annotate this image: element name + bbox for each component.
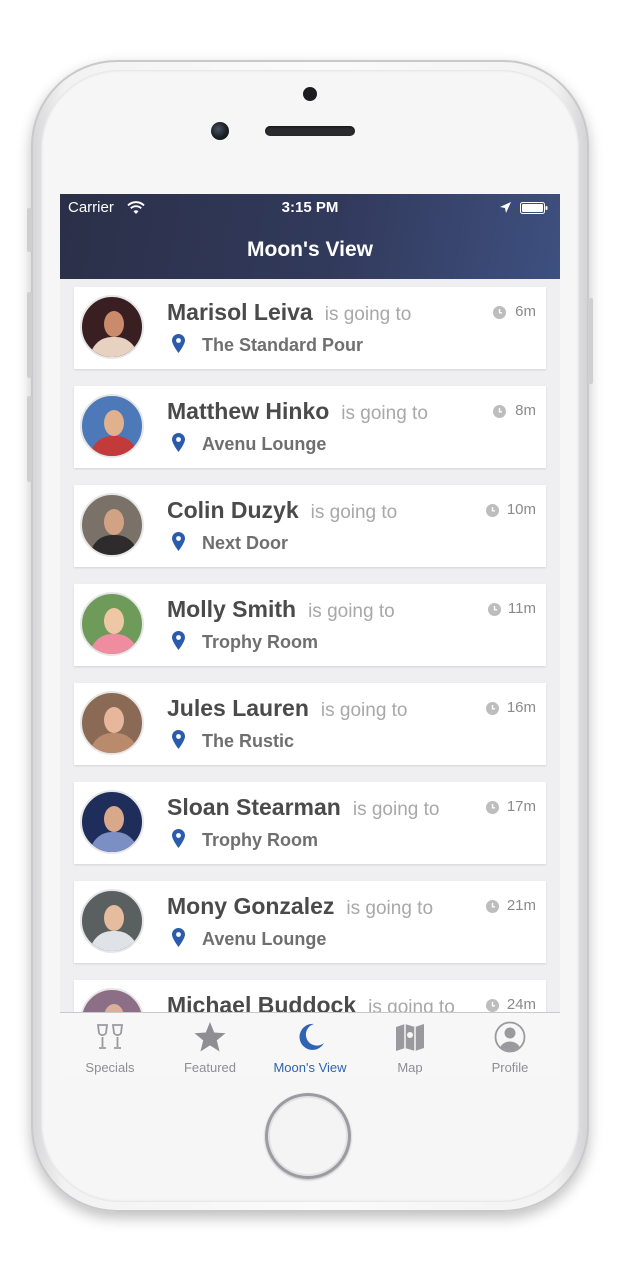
clock-icon: [493, 405, 506, 418]
location-pin-icon: [172, 631, 185, 650]
avatar: [80, 790, 144, 854]
time-ago: 17m: [506, 798, 536, 815]
avatar: [80, 493, 144, 557]
tab-label: Featured: [183, 1060, 237, 1075]
going-text: is going to: [352, 799, 440, 820]
tab-label: Moon's View: [273, 1060, 347, 1075]
time-ago: 24m: [506, 996, 536, 1012]
list-item[interactable]: Jules Lauren is going to 16m The Rustic: [74, 683, 546, 765]
clock-icon: [486, 801, 499, 814]
list-item[interactable]: Matthew Hinko is going to 8m Avenu Lounge: [74, 386, 546, 468]
profile-icon: [494, 1021, 526, 1053]
venue-name[interactable]: Avenu Lounge: [202, 929, 326, 950]
volume-down-button: [27, 396, 32, 482]
list-item[interactable]: Sloan Stearman is going to 17m Trophy Roo…: [74, 782, 546, 864]
user-name: Michael Buddock: [167, 992, 357, 1012]
venue-name[interactable]: The Standard Pour: [202, 335, 363, 356]
status-time: 3:15 PM: [281, 199, 339, 216]
tab-moons-view[interactable]: Moon's View: [260, 1013, 360, 1078]
avatar: [80, 295, 144, 359]
clock-icon: [493, 306, 506, 319]
avatar: [80, 691, 144, 755]
tab-label: Map: [397, 1060, 423, 1075]
front-camera: [211, 122, 229, 140]
wine-glasses-icon: [96, 1024, 124, 1049]
avatar: [80, 394, 144, 458]
volume-up-button: [27, 292, 32, 378]
navigation-bar: Carrier 3:15 PM Moon's View: [60, 194, 560, 279]
list-item[interactable]: Michael Buddock is going to 24m: [74, 980, 546, 1012]
going-text: is going to: [308, 601, 395, 622]
clock-icon: [486, 702, 499, 715]
avatar: [80, 592, 144, 656]
power-button: [588, 298, 593, 384]
venue-name[interactable]: Next Door: [202, 533, 288, 554]
going-text: is going to: [310, 502, 398, 523]
location-pin-icon: [172, 433, 185, 452]
user-name: Molly Smith: [167, 596, 297, 622]
home-button[interactable]: [265, 1093, 351, 1179]
tab-specials[interactable]: Specials: [60, 1013, 160, 1078]
clock-icon: [486, 900, 499, 913]
app-screen: Carrier 3:15 PM Moon's View Marisol Leiv…: [60, 194, 560, 1078]
venue-name[interactable]: Trophy Room: [202, 830, 318, 851]
tab-featured[interactable]: Featured: [160, 1013, 260, 1078]
list-item[interactable]: Colin Duzyk is going to 10m Next Door: [74, 485, 546, 567]
list-item[interactable]: Mony Gonzalez is going to 21m Avenu Loung…: [74, 881, 546, 963]
avatar: [80, 889, 144, 953]
going-text: is going to: [341, 403, 428, 424]
map-icon: [396, 1024, 424, 1051]
earpiece-speaker: [265, 126, 355, 136]
location-arrow-icon: [500, 202, 511, 213]
tab-map[interactable]: Map: [360, 1013, 460, 1078]
clock-icon: [486, 999, 499, 1012]
venue-name[interactable]: Trophy Room: [202, 632, 318, 653]
location-pin-icon: [172, 928, 185, 947]
going-text: is going to: [368, 997, 455, 1012]
tab-label: Profile: [491, 1060, 529, 1075]
user-name: Jules Lauren: [167, 695, 309, 721]
location-pin-icon: [172, 334, 185, 353]
user-name: Matthew Hinko: [167, 398, 330, 424]
going-text: is going to: [346, 898, 434, 919]
time-ago: 6m: [515, 303, 536, 320]
clock-icon: [488, 603, 501, 616]
list-item[interactable]: Molly Smith is going to 11m Trophy Room: [74, 584, 546, 666]
time-ago: 8m: [515, 402, 536, 419]
battery-icon: [520, 202, 548, 214]
star-icon: [194, 1022, 226, 1052]
going-text: is going to: [320, 700, 408, 721]
clock-icon: [486, 504, 499, 517]
tab-profile[interactable]: Profile: [460, 1013, 560, 1078]
location-pin-icon: [172, 532, 185, 551]
avatar: [80, 988, 144, 1012]
user-name: Sloan Stearman: [167, 794, 341, 820]
moon-icon: [299, 1023, 324, 1050]
tab-label: Specials: [85, 1060, 135, 1075]
time-ago: 10m: [506, 501, 536, 518]
user-name: Mony Gonzalez: [167, 893, 335, 919]
venue-name[interactable]: The Rustic: [202, 731, 294, 752]
user-name: Colin Duzyk: [167, 497, 299, 523]
tab-bar: Specials Featured Moon's View Map Profil…: [60, 1012, 560, 1078]
time-ago: 16m: [506, 699, 536, 716]
page-title: Moon's View: [247, 238, 373, 261]
venue-name[interactable]: Avenu Lounge: [202, 434, 326, 455]
mute-switch: [27, 208, 32, 252]
location-pin-icon: [172, 730, 185, 749]
proximity-sensor: [303, 87, 317, 101]
activity-feed[interactable]: Marisol Leiva is going to 6m The Standard…: [60, 279, 560, 1012]
going-text: is going to: [324, 304, 412, 325]
location-pin-icon: [172, 829, 185, 848]
time-ago: 11m: [507, 600, 536, 617]
time-ago: 21m: [506, 897, 536, 914]
list-item[interactable]: Marisol Leiva is going to 6m The Standard…: [74, 287, 546, 369]
user-name: Marisol Leiva: [167, 299, 313, 325]
